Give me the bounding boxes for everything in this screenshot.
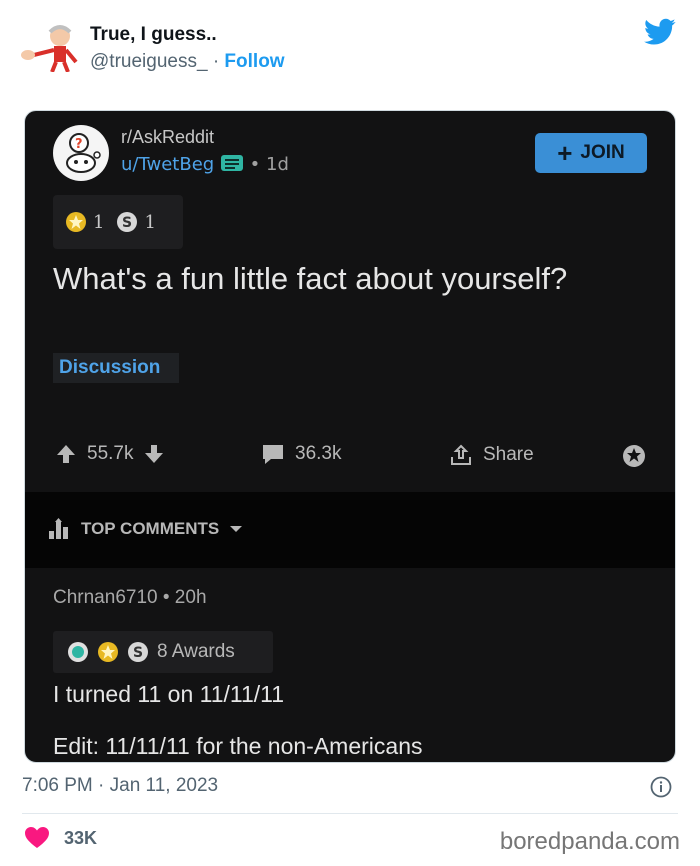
gold-award-icon <box>98 642 118 662</box>
tweet-timestamp[interactable]: 7:06 PM · Jan 11, 2023 <box>22 775 218 797</box>
vote-group: 55.7k <box>55 443 165 465</box>
upvote-count: 55.7k <box>87 443 134 464</box>
comments-button[interactable]: 36.3k <box>261 443 341 465</box>
comment-text: I turned 11 on 11/11/11 <box>53 681 285 707</box>
silver-award-count: 1 <box>144 211 156 233</box>
comment-count: 36.3k <box>295 443 342 464</box>
embedded-reddit-post[interactable]: ? r/AskReddit u/TwetBeg • 1d + JOIN 1 S … <box>24 110 676 763</box>
watermark: boredpanda.com <box>499 828 680 855</box>
gold-award-icon <box>66 212 86 232</box>
comment-sort-bar[interactable]: TOP COMMENTS <box>25 492 675 568</box>
twitter-bird-icon[interactable] <box>644 18 676 46</box>
plus-icon: + <box>557 138 573 168</box>
comment-time: • 20h <box>162 587 207 608</box>
share-label: Share <box>483 444 534 465</box>
follow-button[interactable]: Follow <box>224 51 284 72</box>
like-button[interactable]: 33K <box>24 826 97 850</box>
chevron-down-icon <box>230 526 243 532</box>
share-button[interactable]: Share <box>449 443 534 467</box>
comment-icon <box>263 445 283 464</box>
join-label: JOIN <box>580 142 625 163</box>
info-icon[interactable] <box>650 776 672 798</box>
comment-edit-text: Edit: 11/11/11 for the non-Americans <box>53 733 423 759</box>
comment-sort-control[interactable]: TOP COMMENTS <box>47 518 243 540</box>
like-count: 33K <box>64 827 98 848</box>
silver-award-icon: S <box>128 642 148 662</box>
helpful-award-icon <box>68 642 88 662</box>
post-flair[interactable]: Discussion <box>53 353 179 383</box>
divider <box>22 813 678 814</box>
separator: · <box>212 51 220 72</box>
post-awards[interactable]: 1 S 1 <box>53 195 183 249</box>
post-title[interactable]: What's a fun little fact about yourself? <box>53 259 613 299</box>
comment-awards[interactable]: S 8 Awards <box>53 631 273 673</box>
author-avatar[interactable] <box>20 22 86 72</box>
downvote-icon[interactable] <box>143 443 165 465</box>
give-award-button[interactable] <box>621 443 647 469</box>
subreddit-name[interactable]: r/AskReddit <box>121 127 214 148</box>
author-name[interactable]: True, I guess.. <box>90 24 217 46</box>
handle-row: @trueiguess_ · Follow <box>90 51 285 73</box>
comment-meta: Chrnan6710 • 20h <box>53 587 207 609</box>
author-handle[interactable]: @trueiguess_ <box>90 51 208 72</box>
post-time: • 1d <box>249 154 289 175</box>
comment-username[interactable]: Chrnan6710 <box>53 587 158 608</box>
share-icon <box>451 444 471 465</box>
heart-icon <box>25 827 49 848</box>
svg-text:S: S <box>122 215 132 231</box>
svg-text:S: S <box>133 645 143 661</box>
award-icon <box>623 445 645 467</box>
bar-chart-icon <box>49 518 68 539</box>
post-username[interactable]: u/TwetBeg <box>121 154 214 175</box>
gold-award-count: 1 <box>93 211 105 233</box>
comment-award-count: 8 Awards <box>157 641 235 662</box>
subreddit-icon[interactable]: ? <box>53 125 109 181</box>
upvote-icon[interactable] <box>55 443 77 465</box>
post-actions: 55.7k 36.3k Share <box>25 439 675 475</box>
sort-label: TOP COMMENTS <box>81 519 220 538</box>
post-meta: u/TwetBeg • 1d <box>121 153 289 175</box>
join-button[interactable]: + JOIN <box>535 133 647 173</box>
user-flair-icon <box>220 155 243 171</box>
silver-award-icon: S <box>117 212 138 232</box>
svg-text:?: ? <box>75 137 83 152</box>
